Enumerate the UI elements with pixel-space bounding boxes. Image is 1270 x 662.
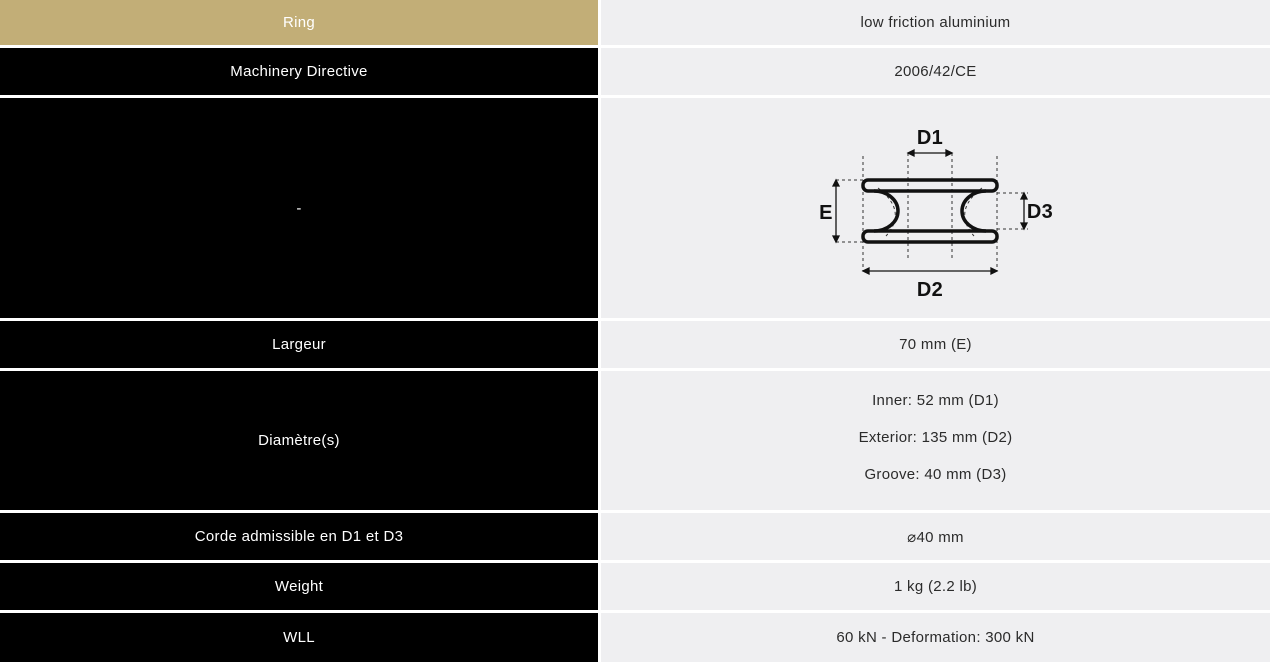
inner-diameter: Inner: 52 mm (D1) <box>872 391 999 409</box>
groove-diameter: Groove: 40 mm (D3) <box>864 465 1007 483</box>
spec-label: WLL <box>0 613 598 662</box>
spec-label: Diamètre(s) <box>0 371 598 510</box>
spec-table: Ring low friction aluminium Machinery Di… <box>0 0 1270 662</box>
spec-value: 60 kN - Deformation: 300 kN <box>601 613 1270 662</box>
ring-diagram: D1 D2 D3 E <box>601 98 1270 318</box>
spec-row-diametres: Diamètre(s) Inner: 52 mm (D1) Exterior: … <box>0 371 1270 513</box>
spec-label: - <box>0 98 598 318</box>
d2-label: D2 <box>916 279 942 301</box>
spec-value-list: Inner: 52 mm (D1) Exterior: 135 mm (D2) … <box>601 371 1270 510</box>
spec-value: ⌀40 mm <box>601 513 1270 560</box>
spec-value: 70 mm (E) <box>601 321 1270 368</box>
spec-label: Machinery Directive <box>0 48 598 95</box>
spec-row-ring: Ring low friction aluminium <box>0 0 1270 48</box>
ring-dimension-drawing: D1 D2 D3 E <box>819 127 1053 301</box>
spec-label: Weight <box>0 563 598 610</box>
spec-row-weight: Weight 1 kg (2.2 lb) <box>0 563 1270 613</box>
spec-value: 2006/42/CE <box>601 48 1270 95</box>
e-label: E <box>819 202 833 224</box>
spec-value: 1 kg (2.2 lb) <box>601 563 1270 610</box>
d3-label: D3 <box>1026 201 1052 223</box>
spec-label: Corde admissible en D1 et D3 <box>0 513 598 560</box>
exterior-diameter: Exterior: 135 mm (D2) <box>858 428 1013 446</box>
spec-value: low friction aluminium <box>601 0 1270 45</box>
spec-row-diagram: - D1 D2 D3 E <box>0 98 1270 321</box>
spec-label: Largeur <box>0 321 598 368</box>
spec-row-largeur: Largeur 70 mm (E) <box>0 321 1270 371</box>
spec-row-wll: WLL 60 kN - Deformation: 300 kN <box>0 613 1270 662</box>
spec-row-machinery-directive: Machinery Directive 2006/42/CE <box>0 48 1270 98</box>
spec-label: Ring <box>0 0 598 45</box>
d1-label: D1 <box>916 127 942 149</box>
spec-row-corde: Corde admissible en D1 et D3 ⌀40 mm <box>0 513 1270 563</box>
